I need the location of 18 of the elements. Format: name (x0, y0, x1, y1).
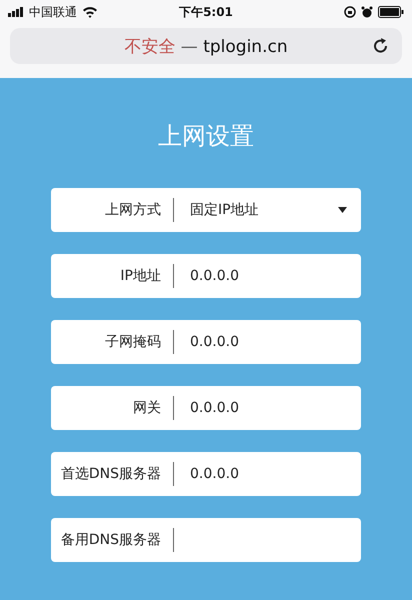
address-bar[interactable]: 不安全 — tplogin.cn (10, 28, 402, 64)
signal-icon (8, 7, 24, 17)
carrier-name: 中国联通 (29, 4, 77, 20)
alarm-icon (360, 6, 373, 18)
caret-icon (338, 207, 347, 213)
input-field[interactable]: 备用DNS服务器 (51, 518, 361, 562)
input-field[interactable]: 首选DNS服务器 0.0.0.0 (51, 452, 361, 496)
reload-icon[interactable] (372, 37, 390, 55)
input-field[interactable]: 子网掩码 0.0.0.0 (51, 320, 361, 364)
input-field[interactable]: IP地址 0.0.0.0 (51, 254, 361, 298)
page-address: 不安全 — tplogin.cn (124, 36, 288, 58)
rotation-lock-icon (344, 6, 356, 18)
clock-time: 下午5:01 (179, 4, 233, 20)
select-field[interactable]: 上网方式 固定IP地址 (51, 188, 361, 232)
page-title: 上网设置 (158, 121, 254, 152)
battery-icon (378, 6, 404, 18)
input-field[interactable]: 网关 0.0.0.0 (51, 386, 361, 430)
wifi-icon (82, 6, 98, 18)
